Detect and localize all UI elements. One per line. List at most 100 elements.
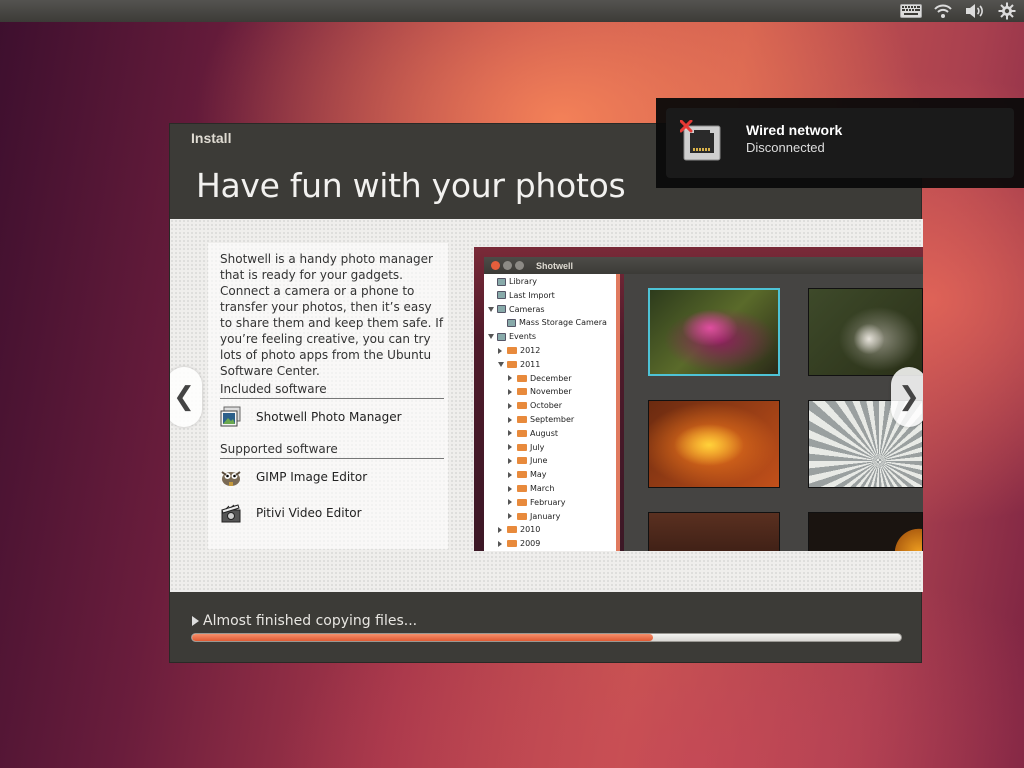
photo-thumbnail — [808, 288, 923, 376]
shotwell-sidebar-item: October — [508, 401, 562, 410]
library-icon — [507, 318, 516, 327]
shotwell-sidebar-label: 2010 — [520, 525, 541, 535]
folder-icon — [517, 512, 527, 520]
install-status-text: Almost finished copying files... — [203, 613, 418, 629]
folder-icon — [517, 429, 527, 437]
installer-window: Install Have fun with your photos Shotwe… — [169, 123, 923, 663]
shotwell-sidebar-item: Events — [488, 332, 536, 341]
shotwell-sidebar-item: September — [508, 415, 574, 424]
shotwell-sidebar-label: 2009 — [520, 539, 541, 549]
close-icon — [491, 261, 500, 270]
shotwell-sidebar: Library Last Import Cameras Mass Storage Ca… — [484, 274, 620, 551]
included-software-item: Shotwell Photo Manager — [220, 406, 402, 428]
shotwell-sidebar-item: Last Import — [488, 291, 555, 300]
notification-bubble: Wired network Disconnected — [656, 98, 1024, 188]
folder-icon — [507, 540, 517, 548]
shotwell-sidebar-label: November — [530, 387, 572, 397]
folder-icon — [517, 471, 527, 479]
chevron-left-icon: ❮ — [173, 382, 195, 412]
collapsed-triangle-icon — [508, 485, 512, 492]
shotwell-sidebar-item: 2012 — [498, 346, 540, 355]
shotwell-title: Shotwell — [536, 260, 574, 271]
slide-description: Shotwell is a handy photo manager that i… — [220, 252, 444, 378]
supported-software-item: GIMP Image Editor — [220, 466, 367, 488]
shotwell-photo-grid — [624, 274, 923, 551]
shotwell-sidebar-item: Cameras — [488, 305, 545, 314]
slide-title: Have fun with your photos — [196, 166, 626, 205]
slide-text-column: Shotwell is a handy photo manager that i… — [208, 243, 448, 549]
folder-icon — [517, 485, 527, 492]
collapsed-triangle-icon — [508, 444, 512, 451]
shotwell-titlebar: Shotwell — [484, 257, 923, 274]
keyboard-icon[interactable] — [900, 2, 922, 20]
shotwell-sidebar-label: 2012 — [520, 346, 541, 355]
shotwell-icon — [220, 406, 242, 428]
folder-icon — [517, 457, 527, 465]
chevron-right-icon: ❯ — [898, 382, 920, 412]
gear-icon[interactable] — [996, 2, 1018, 20]
previous-slide-button[interactable]: ❮ — [170, 367, 202, 427]
supported-software-item: Pitivi Video Editor — [220, 502, 362, 524]
folder-icon — [517, 402, 527, 410]
photo-thumbnail — [648, 512, 780, 551]
supported-software-heading: Supported software — [220, 442, 444, 459]
supported-software-label: GIMP Image Editor — [256, 470, 368, 484]
photo-thumbnail — [648, 400, 780, 488]
folder-icon — [517, 443, 527, 451]
shotwell-sidebar-label: January — [530, 511, 561, 521]
collapsed-triangle-icon — [508, 430, 512, 437]
shotwell-sidebar-item: 2011 — [498, 360, 540, 369]
volume-icon[interactable] — [964, 2, 986, 20]
expanded-triangle-icon — [488, 334, 494, 340]
collapsed-triangle-icon — [508, 513, 512, 520]
shotwell-sidebar-item: November — [508, 387, 572, 396]
install-progress-fill — [192, 634, 653, 641]
shotwell-sidebar-item: February — [508, 498, 565, 507]
next-slide-button[interactable]: ❯ — [891, 367, 923, 427]
collapsed-triangle-icon — [508, 457, 512, 464]
folder-icon — [507, 526, 517, 534]
collapsed-triangle-icon — [498, 347, 502, 354]
shotwell-sidebar-label: May — [530, 470, 547, 480]
collapsed-triangle-icon — [498, 540, 502, 547]
shotwell-sidebar-label: Events — [509, 332, 537, 342]
shotwell-sidebar-item: 2009 — [498, 539, 540, 548]
install-progress-bar — [191, 633, 902, 642]
maximize-icon — [515, 261, 524, 270]
shotwell-sidebar-item: May — [508, 470, 547, 479]
shotwell-sidebar-label: September — [530, 415, 575, 424]
folder-icon — [517, 416, 527, 423]
shotwell-sidebar-item: 2010 — [498, 525, 540, 534]
shotwell-sidebar-label: December — [530, 373, 572, 383]
gimp-icon — [220, 466, 242, 488]
collapsed-triangle-icon — [508, 416, 512, 423]
shotwell-sidebar-item: June — [508, 456, 547, 465]
shotwell-sidebar-label: Mass Storage Camera — [519, 318, 607, 328]
shotwell-sidebar-label: Last Import — [509, 290, 555, 300]
top-panel — [0, 0, 1024, 22]
shotwell-sidebar-label: Library — [509, 277, 537, 286]
collapsed-triangle-icon — [508, 375, 512, 382]
shotwell-sidebar-item: January — [508, 512, 560, 521]
shotwell-sidebar-label: August — [530, 428, 558, 438]
collapsed-triangle-icon — [508, 499, 512, 506]
library-icon — [497, 332, 506, 341]
shotwell-sidebar-item: Library — [488, 277, 537, 286]
window-title: Install — [191, 130, 232, 146]
shotwell-sidebar-item: March — [508, 484, 554, 493]
collapsed-triangle-icon — [508, 471, 512, 478]
folder-icon — [517, 374, 527, 382]
slideshow-slide: Shotwell is a handy photo manager that i… — [170, 219, 923, 592]
expanded-triangle-icon — [488, 306, 494, 312]
photo-thumbnail — [808, 512, 923, 551]
library-icon — [497, 277, 506, 286]
wired-network-disconnected-icon — [679, 119, 722, 162]
shotwell-sidebar-label: March — [530, 484, 555, 493]
shotwell-sidebar-item: July — [508, 443, 544, 452]
install-status[interactable]: Almost finished copying files... — [192, 613, 417, 629]
expanded-triangle-icon — [498, 361, 504, 367]
library-icon — [497, 305, 506, 314]
pitivi-icon — [220, 502, 242, 524]
wifi-icon[interactable] — [932, 2, 954, 20]
supported-software-label: Pitivi Video Editor — [256, 506, 362, 520]
